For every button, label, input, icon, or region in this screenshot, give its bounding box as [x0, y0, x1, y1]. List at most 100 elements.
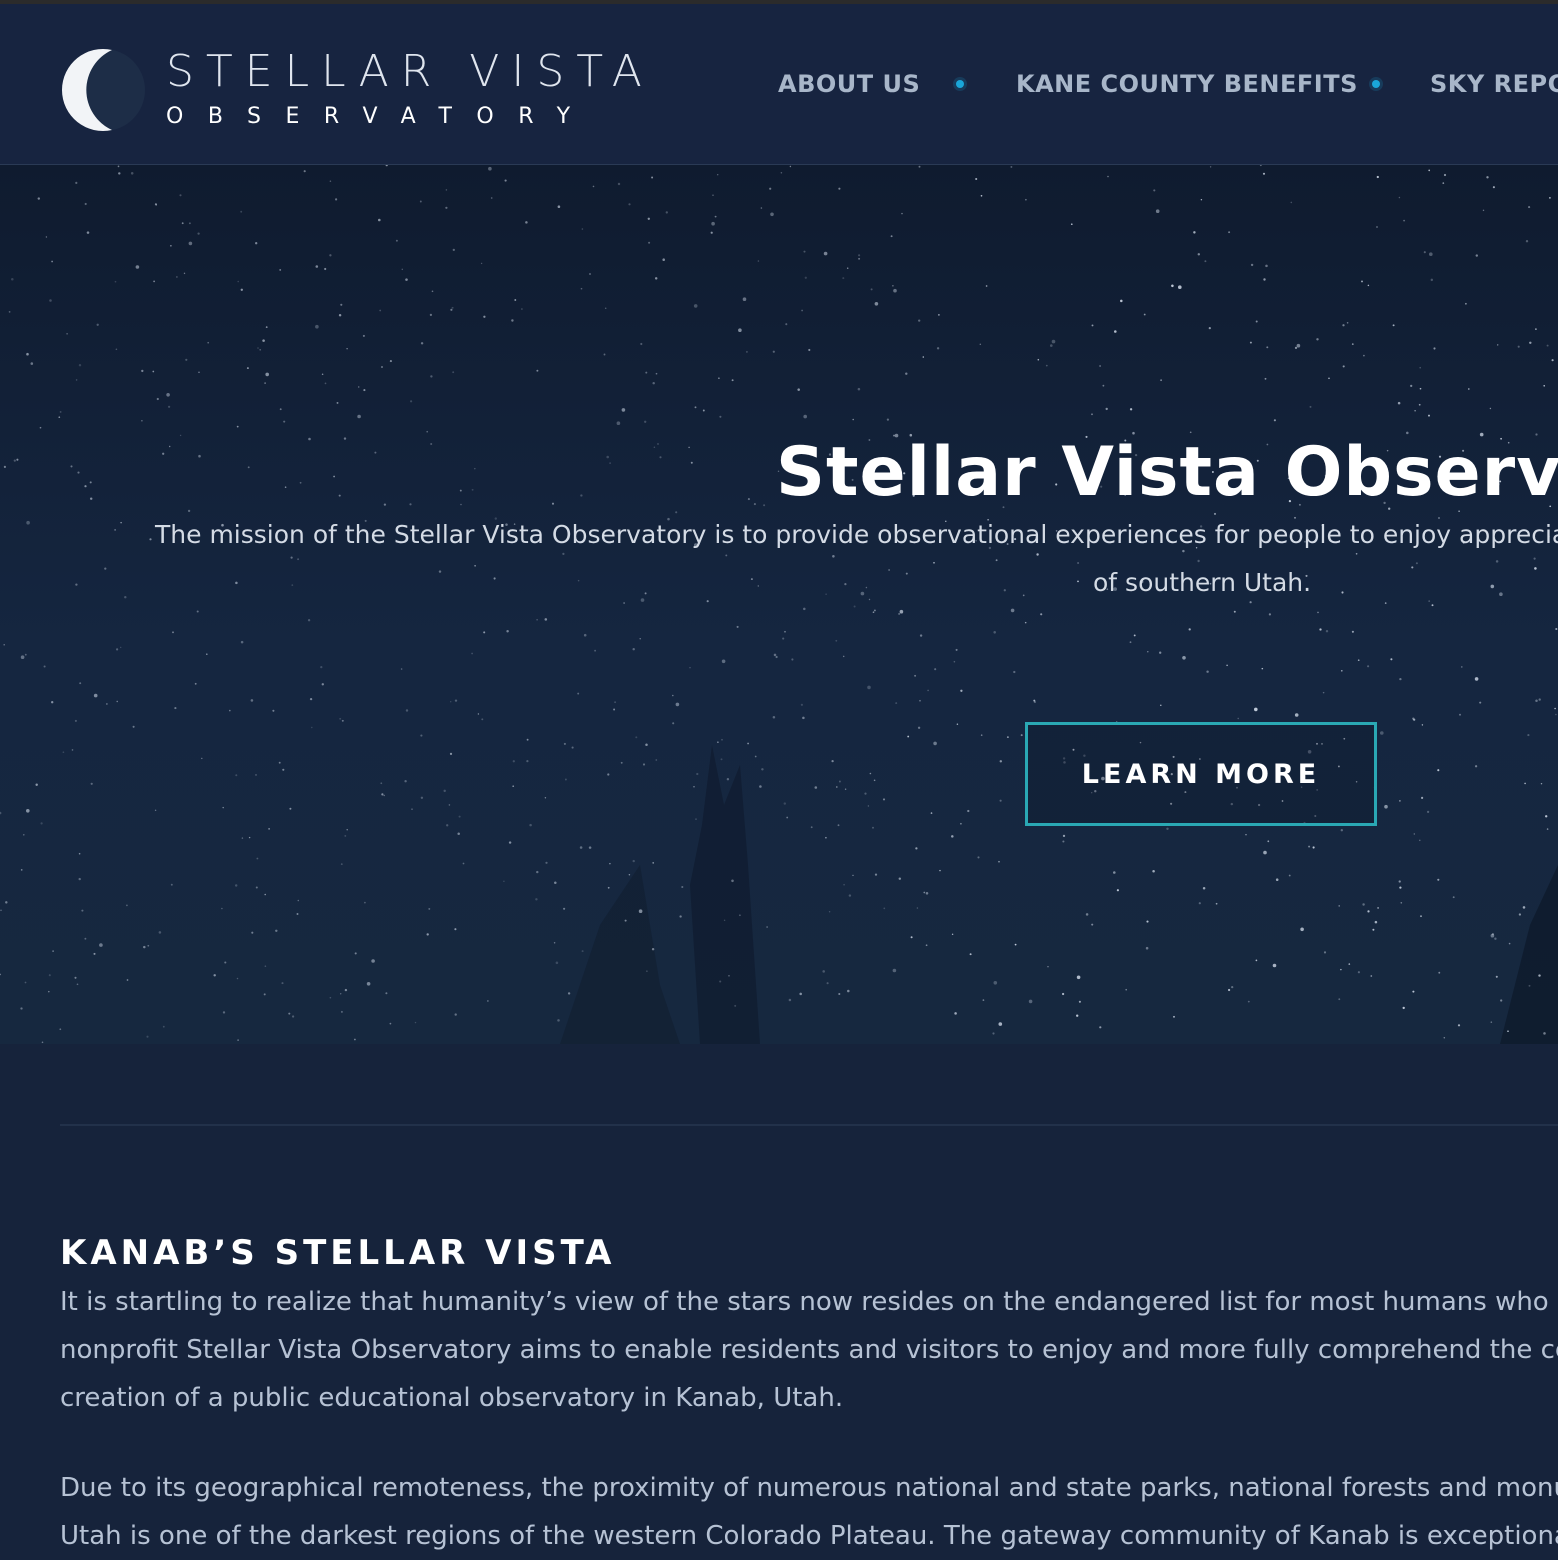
star-dot [810, 826, 813, 829]
star-dot [1465, 302, 1467, 305]
star-dot [156, 397, 159, 401]
star-dot [430, 375, 433, 378]
learn-more-button[interactable]: LEARN MORE [1025, 722, 1377, 826]
main-content: KANAB’S STELLAR VISTA It is startling to… [0, 1044, 1558, 1560]
star-dot [803, 414, 807, 419]
star-dot [614, 701, 617, 704]
star-dot [1076, 975, 1081, 980]
mission-line: The mission of the Stellar Vista Observa… [155, 520, 1558, 549]
star-dot [640, 342, 643, 346]
star-dot [791, 658, 794, 661]
star-dot [721, 738, 723, 741]
star-dot [1545, 815, 1548, 818]
star-dot [152, 370, 155, 373]
star-dot [1357, 971, 1360, 974]
star-dot [1061, 992, 1065, 996]
nav-item-about-us[interactable]: ABOUT US [778, 64, 920, 104]
star-dot [49, 299, 52, 302]
star-dot [275, 929, 278, 933]
star-dot [265, 372, 270, 377]
star-dot [1549, 197, 1551, 199]
star-dot [329, 996, 332, 999]
star-dot [1380, 731, 1384, 735]
star-dot [1091, 324, 1094, 327]
star-dot [1003, 589, 1006, 592]
star-dot [1182, 656, 1186, 660]
star-dot [936, 347, 940, 350]
star-dot [114, 529, 116, 531]
star-dot [371, 959, 375, 963]
star-dot [1014, 943, 1017, 946]
star-dot [536, 369, 539, 372]
star-dot [662, 258, 665, 261]
star-dot [750, 578, 753, 581]
star-dot [259, 348, 262, 351]
star-dot [229, 709, 231, 712]
star-dot [905, 572, 908, 575]
star-dot [648, 241, 651, 244]
star-dot [1351, 630, 1354, 633]
star-dot [1322, 691, 1325, 694]
star-dot [1443, 173, 1447, 177]
star-dot [901, 212, 903, 215]
star-dot [1125, 988, 1127, 991]
star-dot [66, 332, 68, 335]
star-dot [1105, 407, 1108, 411]
star-dot [1400, 901, 1403, 904]
star-dot [1390, 658, 1393, 661]
star-dot [846, 267, 849, 269]
star-dot [340, 863, 343, 866]
star-dot [197, 232, 200, 235]
star-dot [1399, 886, 1402, 889]
star-dot [1037, 358, 1040, 361]
star-dot [579, 846, 583, 849]
star-dot [1188, 628, 1191, 631]
star-dot [1171, 284, 1174, 288]
star-dot [644, 592, 647, 595]
star-dot [13, 459, 16, 462]
star-dot [620, 761, 623, 764]
star-dot [882, 798, 886, 801]
star-dot [1429, 252, 1433, 256]
star-dot [1410, 384, 1413, 388]
nav-item-sky-report[interactable]: SKY REPOR [1430, 64, 1558, 104]
star-dot [825, 593, 827, 595]
star-dot [1262, 172, 1266, 175]
star-dot [892, 968, 897, 973]
star-dot [188, 241, 193, 246]
star-dot [449, 752, 453, 756]
star-dot [307, 619, 311, 622]
star-dot [357, 414, 361, 419]
star-dot [1474, 677, 1479, 681]
star-dot [1348, 963, 1351, 965]
star-dot [1102, 384, 1105, 387]
star-dot [354, 952, 357, 955]
star-dot [428, 907, 431, 910]
star-dot [857, 387, 861, 391]
star-dot [474, 564, 476, 567]
star-dot [24, 981, 27, 984]
star-dot [268, 828, 270, 830]
star-dot [381, 793, 384, 796]
star-dot [289, 807, 292, 810]
star-dot [1338, 998, 1341, 1001]
star-dot [448, 804, 451, 806]
star-dot [237, 280, 239, 283]
star-dot [838, 780, 841, 783]
star-dot [420, 342, 424, 345]
star-dot [235, 581, 238, 585]
star-dot [288, 1012, 291, 1015]
star-dot [890, 235, 893, 238]
star-dot [1099, 365, 1102, 367]
star-dot [166, 393, 170, 397]
star-dot [1357, 659, 1360, 662]
star-dot [1200, 198, 1203, 201]
star-dot [90, 782, 93, 785]
nav-item-kane-county-benefits[interactable]: KANE COUNTY BENEFITS [1016, 64, 1358, 104]
star-dot [141, 420, 143, 422]
star-dot [1433, 347, 1436, 350]
star-dot [179, 434, 182, 437]
star-dot [1051, 339, 1056, 344]
site-logo[interactable]: STELLAR VISTA OBSERVATORY [60, 44, 660, 134]
star-dot [222, 806, 224, 809]
